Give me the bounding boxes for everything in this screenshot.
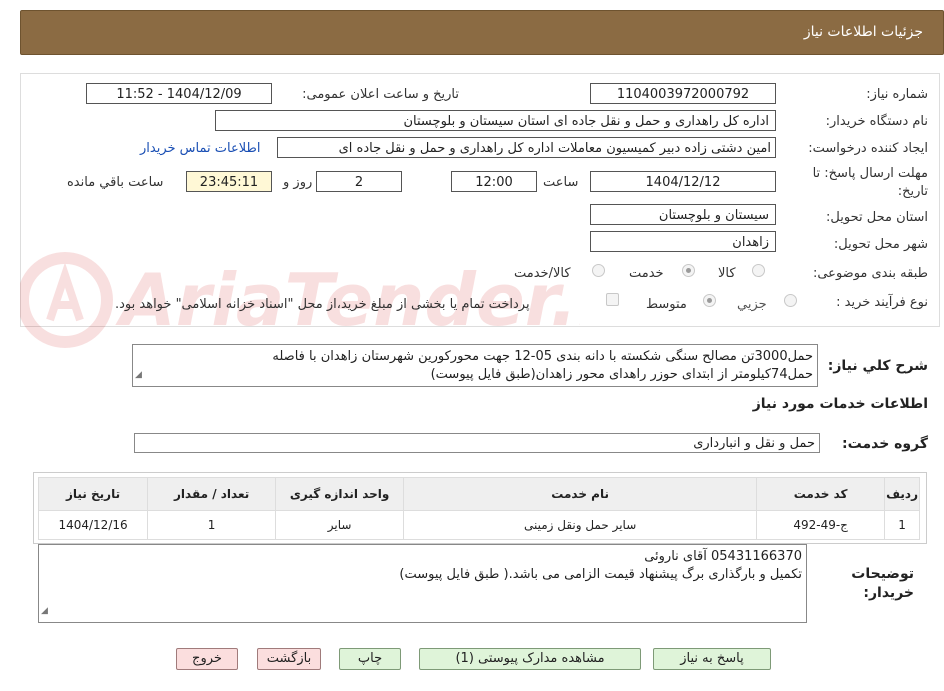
buyer-notes-label: توضیحات [851, 566, 914, 582]
cell-unit: سایر [275, 510, 405, 540]
category-service-radio[interactable] [682, 264, 695, 277]
remaining-time-field: 23:45:11 [186, 171, 272, 192]
treasury-checkbox[interactable] [606, 293, 619, 306]
buyer-org-label: نام دستگاه خریدار: [825, 114, 928, 129]
announce-field[interactable]: 1404/12/09 - 11:52 [86, 83, 272, 104]
service-group-field[interactable]: حمل و نقل و انبارداری [134, 433, 820, 453]
category-option-goods: کالا [718, 266, 736, 281]
days-label: روز و [283, 175, 313, 190]
category-both-radio[interactable] [592, 264, 605, 277]
process-option-medium: متوسط [646, 297, 687, 312]
col-row: ردیف [884, 477, 920, 511]
creator-field[interactable]: امین دشتی زاده دبیر کمیسیون معاملات ادار… [277, 137, 776, 158]
category-label: طبقه بندی موضوعی: [812, 266, 928, 281]
cell-date: 1404/12/16 [37, 510, 149, 540]
resize-grip-icon[interactable]: ◢ [41, 602, 48, 620]
buyer-notes-label-2: خریدار: [863, 585, 914, 601]
description-label: شرح كلي نیاز: [827, 358, 928, 374]
category-option-service: خدمت [629, 266, 664, 281]
category-option-both: کالا/خدمت [514, 266, 571, 281]
province-field[interactable]: سیستان و بلوچستان [590, 204, 776, 225]
col-date: تاریخ نیاز [37, 477, 149, 511]
view-attachments-button[interactable]: مشاهده مدارک پیوستی (1) [419, 648, 641, 670]
remaining-label: ساعت باقي مانده [67, 175, 164, 190]
deadline-time-field[interactable]: 12:00 [451, 171, 537, 192]
col-code: کد خدمت [756, 477, 886, 511]
buyer-notes-textarea[interactable]: 05431166370 آقای ناروئی تکمیل و بارگذاری… [38, 544, 807, 623]
process-option-minor: جزیي [737, 297, 767, 312]
service-group-label: گروه خدمت: [842, 436, 928, 452]
announce-label: تاریخ و ساعت اعلان عمومی: [302, 87, 459, 102]
city-field[interactable]: زاهدان [590, 231, 776, 252]
cell-name: سایر حمل ونقل زمینی [403, 510, 758, 540]
need-number-field[interactable]: 1104003972000792 [590, 83, 776, 104]
buyer-org-field[interactable]: اداره کل راهداری و حمل و نقل جاده ای است… [215, 110, 776, 131]
category-goods-radio[interactable] [752, 264, 765, 277]
exit-button[interactable]: خروج [176, 648, 238, 670]
table-row: 1 ج-49-492 سایر حمل ونقل زمینی سایر 1 14… [37, 510, 920, 540]
resize-grip-icon[interactable]: ◢ [135, 366, 142, 384]
deadline-label-date: تاریخ: [897, 184, 928, 199]
city-label: شهر محل تحویل: [833, 237, 928, 252]
description-line-1: حمل3000تن مصالح سنگی شکسته با دانه بندی … [272, 349, 813, 364]
process-minor-radio[interactable] [784, 294, 797, 307]
province-label: استان محل تحویل: [826, 210, 928, 225]
cell-qty: 1 [147, 510, 277, 540]
page-header: جزئیات اطلاعات نیاز [20, 10, 944, 55]
deadline-label: مهلت ارسال پاسخ: تا [812, 166, 928, 181]
description-line-2: حمل74کیلومتر از ابتدای حوزر راهدای محور … [430, 367, 813, 382]
buyer-notes-line-1: 05431166370 آقای ناروئی [644, 549, 802, 564]
services-section-title: اطلاعات خدمات مورد نیاز [752, 396, 928, 412]
page-title: جزئیات اطلاعات نیاز [803, 24, 923, 40]
col-qty: تعداد / مقدار [147, 477, 277, 511]
cell-code: ج-49-492 [756, 510, 886, 540]
back-button[interactable]: بازگشت [257, 648, 321, 670]
cell-row: 1 [884, 510, 920, 540]
reply-button[interactable]: پاسخ به نیاز [653, 648, 771, 670]
time-label: ساعت [543, 175, 579, 190]
payment-note: پرداخت تمام یا بخشی از مبلغ خرید،از محل … [115, 297, 530, 312]
process-label: نوع فرآیند خرید : [836, 295, 928, 310]
days-field[interactable]: 2 [316, 171, 402, 192]
table-header-row: ردیف کد خدمت نام خدمت واحد اندازه گیری ت… [37, 477, 920, 511]
process-medium-radio[interactable] [703, 294, 716, 307]
services-table: ردیف کد خدمت نام خدمت واحد اندازه گیری ت… [37, 477, 920, 540]
description-textarea[interactable]: حمل3000تن مصالح سنگی شکسته با دانه بندی … [132, 344, 818, 387]
contact-buyer-link[interactable]: اطلاعات تماس خریدار [140, 141, 260, 156]
buyer-notes-line-2: تکمیل و بارگذاری برگ پیشنهاد قیمت الزامی… [399, 567, 802, 582]
need-number-label: شماره نیاز: [866, 87, 928, 102]
col-name: نام خدمت [403, 477, 758, 511]
creator-label: ایجاد کننده درخواست: [808, 141, 928, 156]
col-unit: واحد اندازه گیری [275, 477, 405, 511]
print-button[interactable]: چاپ [339, 648, 401, 670]
deadline-date-field[interactable]: 1404/12/12 [590, 171, 776, 192]
